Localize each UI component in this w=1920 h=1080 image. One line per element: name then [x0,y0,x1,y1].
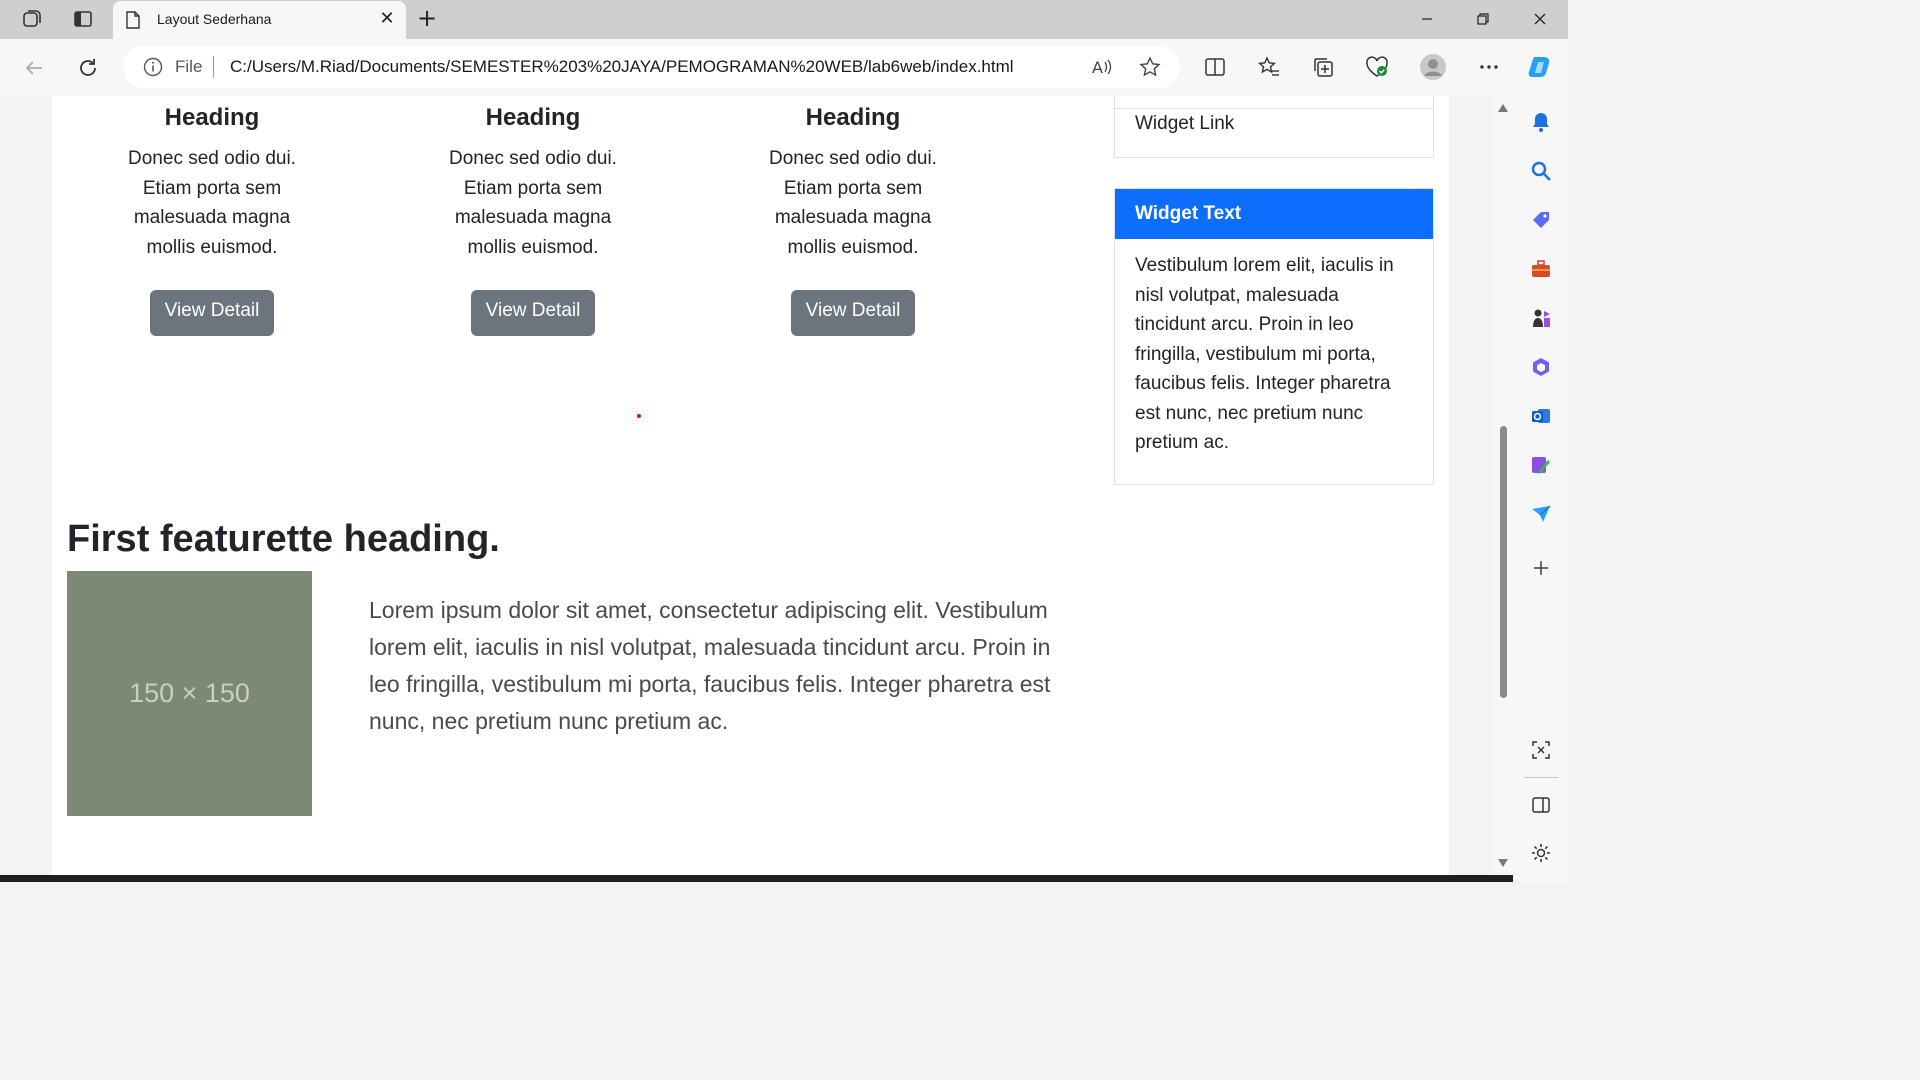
microsoft-365-icon[interactable] [1527,353,1555,381]
widget-text-card: Widget Text Vestibulum lorem elit, iacul… [1114,188,1434,485]
more-icon[interactable] [1475,53,1503,81]
sidebar-divider [1524,777,1558,778]
widget-link-card: Widget Link [1114,96,1434,158]
edge-sidebar [1513,96,1568,882]
new-tab-button[interactable]: + [414,6,440,32]
widget-divider [1115,108,1433,109]
svg-text:A: A [1092,58,1103,77]
view-detail-button[interactable]: View Detail [149,290,275,336]
widget-text-body: Vestibulum lorem elit, iaculis in nisl v… [1135,255,1394,453]
sidebar-toggle-icon[interactable] [1527,791,1555,819]
bell-icon[interactable] [1527,108,1555,136]
info-icon[interactable] [143,57,163,81]
file-label: File [175,57,203,76]
scroll-down-arrow-icon[interactable] [1498,859,1508,867]
close-window-icon[interactable] [1525,5,1555,33]
profile-icon[interactable] [1419,53,1447,81]
bottom-edge [0,875,1513,882]
add-icon[interactable] [1527,554,1555,582]
card-column-3: Heading Donec sed odio dui. Etiam porta … [703,104,1003,336]
split-screen-icon[interactable] [1201,53,1229,81]
column-heading: Heading [485,104,581,131]
games-icon[interactable] [1527,304,1555,332]
page-icon [125,11,141,33]
column-text: Donec sed odio dui. Etiam porta sem male… [449,148,617,258]
card-column-1: Heading Donec sed odio dui. Etiam porta … [62,104,362,336]
favorites-icon[interactable] [1255,53,1283,81]
address-divider [213,56,214,78]
address-toolbar: File C:/Users/M.Riad/Documents/SEMESTER%… [0,39,1568,96]
column-text: Donec sed odio dui. Etiam porta sem male… [769,148,937,258]
placeholder-image: 150 × 150 [67,571,312,816]
minimize-icon[interactable] [1412,5,1442,33]
widget-text-title: Widget Text [1115,189,1433,239]
collections-icon[interactable] [1309,53,1337,81]
scroll-up-arrow-icon[interactable] [1498,104,1508,112]
restore-icon[interactable] [1468,5,1498,33]
card-column-2: Heading Donec sed odio dui. Etiam porta … [383,104,683,336]
url-text[interactable]: C:/Users/M.Riad/Documents/SEMESTER%203%2… [230,57,1014,77]
outlook-icon[interactable] [1527,402,1555,430]
tab-title: Layout Sederhana [157,11,272,27]
widget-link[interactable]: Widget Link [1135,113,1234,135]
copilot-icon[interactable] [1526,53,1554,81]
screenshot-icon[interactable] [1527,736,1555,764]
browser-viewport: Heading Donec sed odio dui. Etiam porta … [0,96,1513,882]
read-aloud-icon[interactable]: A [1090,55,1114,79]
tools-icon[interactable] [1527,255,1555,283]
placeholder-image-label: 150 × 150 [129,678,250,708]
view-detail-button[interactable]: View Detail [470,290,596,336]
vertical-scrollbar[interactable] [1493,96,1513,875]
refresh-icon[interactable] [72,52,104,84]
cursor-dot [637,414,641,418]
designer-icon[interactable] [1527,451,1555,479]
scroll-thumb[interactable] [1500,426,1507,698]
web-page: Heading Donec sed odio dui. Etiam porta … [52,96,1449,882]
tab-close-button[interactable]: ✕ [377,8,397,32]
column-text: Donec sed odio dui. Etiam porta sem male… [128,148,296,258]
search-icon[interactable] [1527,157,1555,185]
column-heading: Heading [164,104,260,131]
favorite-star-icon[interactable] [1138,55,1162,79]
workspaces-icon[interactable] [19,6,45,32]
tab-bar: Layout Sederhana ✕ + [0,0,1568,39]
back-icon[interactable] [18,52,50,84]
featurette-heading: First featurette heading. [67,518,500,560]
featurette-text: Lorem ipsum dolor sit amet, consectetur … [369,597,1051,734]
tab-actions-icon[interactable] [70,6,96,32]
view-detail-button[interactable]: View Detail [790,290,916,336]
settings-icon[interactable] [1527,839,1555,867]
browser-essentials-icon[interactable] [1363,53,1391,81]
shopping-icon[interactable] [1527,206,1555,234]
column-heading: Heading [805,104,901,131]
address-bar[interactable]: File C:/Users/M.Riad/Documents/SEMESTER%… [123,46,1180,88]
active-tab[interactable]: Layout Sederhana ✕ [113,1,406,39]
send-icon[interactable] [1527,500,1555,528]
